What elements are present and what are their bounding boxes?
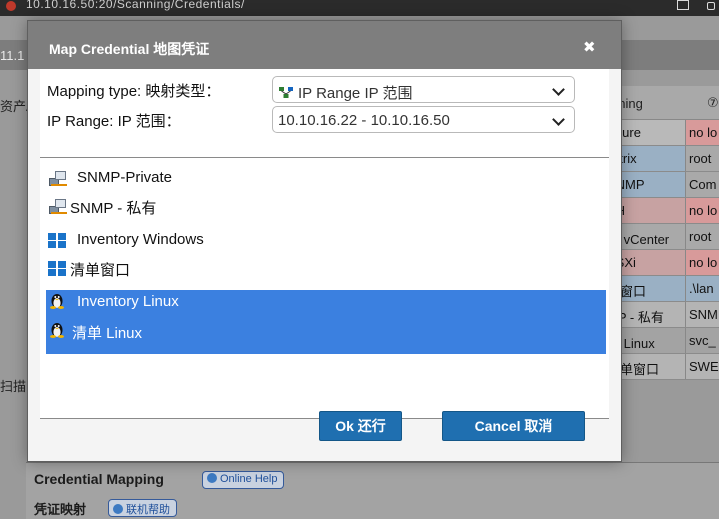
list-item[interactable]: SNMP - 私有: [46, 192, 606, 221]
list-item-label: SNMP-Private: [77, 169, 173, 186]
ip-range-select[interactable]: 10.10.16.22 - 10.10.16.50: [272, 106, 575, 133]
chevron-down-icon: [552, 113, 565, 126]
grid-cell-user: SWE: [685, 354, 719, 379]
ip-range-value: 10.10.16.22 - 10.10.16.50: [278, 112, 450, 129]
mapping-type-value: IP Range IP 范围: [278, 82, 413, 103]
grid-cell-user: root: [685, 224, 719, 249]
screen-icon[interactable]: [677, 0, 689, 10]
snmp-icon: [49, 171, 67, 186]
close-icon[interactable]: ✖: [583, 38, 596, 56]
grid-cell-user: .\lan: [685, 276, 719, 301]
list-item-label: Inventory Linux: [77, 293, 179, 310]
ip-range-label: IP Range: IP 范围：: [47, 113, 181, 130]
chevron-down-icon: [552, 83, 565, 96]
background-ip-label: 11.1: [0, 48, 25, 63]
list-item[interactable]: Inventory Linux: [46, 288, 606, 317]
online-help-button[interactable]: Online Help: [202, 471, 285, 489]
grid-cell-user: svc_: [685, 328, 719, 353]
online-help-button-cn[interactable]: 联机帮助: [108, 499, 177, 517]
list-item-label: Inventory Windows: [77, 231, 204, 248]
grid-cell-user: no lo: [685, 120, 719, 145]
list-item-label: 清单 Linux: [72, 325, 143, 342]
globe-icon: [113, 504, 123, 514]
network-icon: [279, 87, 293, 98]
credential-mapping-title: Credential Mapping: [34, 471, 164, 487]
windows-icon: [48, 233, 66, 248]
list-item-label: 清单窗口: [70, 262, 131, 279]
snmp-icon: [49, 199, 67, 214]
grid-cell-user: Com: [685, 172, 719, 197]
credential-mapping-panel: Credential Mapping Online Help 凭证映射 联机帮助: [26, 462, 719, 519]
linux-icon: [49, 292, 65, 313]
credential-mapping-title-cn: 凭证映射: [34, 502, 87, 517]
address-bar[interactable]: 10.10.16.50:20/Scanning/Credentials/: [26, 0, 245, 11]
mapping-type-label: Mapping type: 映射类型：: [47, 83, 221, 100]
grid-cell-user: SNM: [685, 302, 719, 327]
windows-icon: [48, 261, 66, 276]
site-icon: [6, 1, 16, 11]
cancel-button[interactable]: Cancel 取消: [442, 411, 585, 441]
dialog-body: Mapping type: 映射类型： IP Range IP 范围 IP Ra…: [40, 69, 609, 419]
list-item[interactable]: 清单 Linux: [46, 317, 606, 346]
globe-icon: [207, 473, 217, 483]
ok-button[interactable]: Ok 还行: [319, 411, 402, 441]
mapping-type-select[interactable]: IP Range IP 范围: [272, 76, 575, 103]
grid-cell-user: no lo: [685, 250, 719, 275]
browser-chrome: 10.10.16.50:20/Scanning/Credentials/: [0, 0, 719, 16]
credential-list[interactable]: SNMP-Private SNMP - 私有 Inventory Windows 清单…: [40, 157, 609, 419]
dialog-title-bar[interactable]: Map Credential 地图凭证 ✖: [28, 21, 621, 69]
list-item[interactable]: Inventory Windows: [46, 226, 606, 255]
list-item[interactable]: 清单窗口: [46, 254, 606, 283]
grid-cell-user: root: [685, 146, 719, 171]
grid-cell-user: no lo: [685, 198, 719, 223]
map-credential-dialog: Map Credential 地图凭证 ✖ Mapping type: 映射类型…: [27, 20, 622, 462]
menu-icon[interactable]: [707, 2, 715, 10]
linux-icon: [49, 321, 65, 342]
list-item-label: SNMP - 私有: [70, 200, 157, 217]
dialog-title: Map Credential 地图凭证: [49, 41, 210, 57]
background-left-label-2: 扫描: [0, 379, 27, 394]
list-item[interactable]: SNMP-Private: [46, 164, 606, 193]
help-circle-icon: ⑦: [707, 95, 719, 110]
